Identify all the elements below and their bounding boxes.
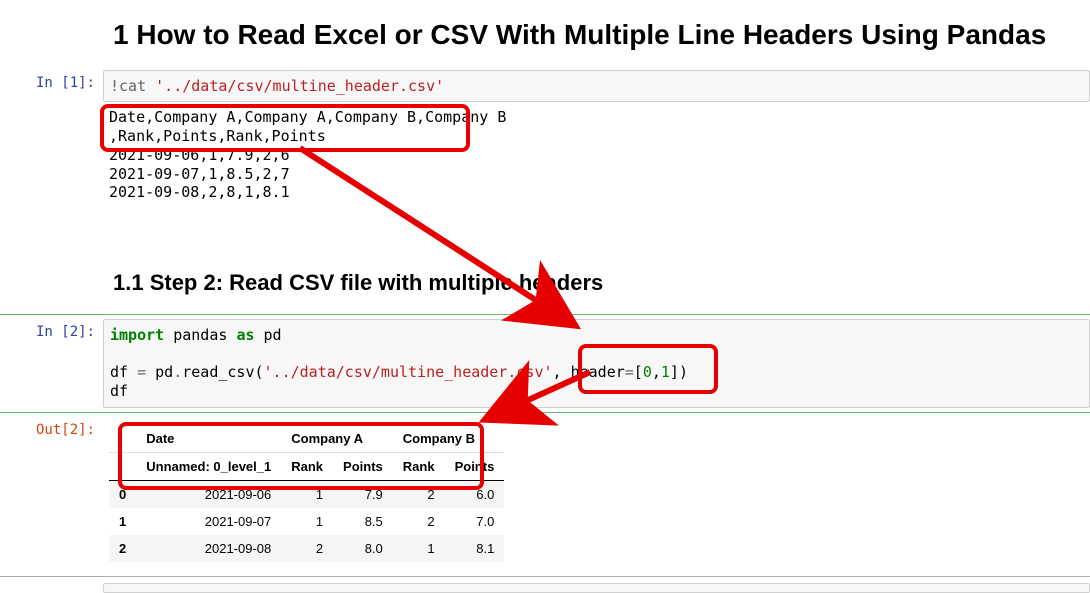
cell: 2021-09-06 (136, 480, 281, 508)
dataframe-table: Date Company A Company B Unnamed: 0_leve… (109, 425, 504, 562)
code-cell-1: In [1]: !cat '../data/csv/multine_header… (0, 70, 1090, 240)
out-line-3: 2021-09-06,1,7.9,2,6 (109, 146, 290, 164)
markdown-cell-1: 1 How to Read Excel or CSV With Multiple… (0, 0, 1090, 70)
output-cell-2: Out[2]: Date Company A Company B Unnamed… (0, 417, 1090, 562)
th: Company B (393, 425, 505, 453)
code-input-1[interactable]: !cat '../data/csv/multine_header.csv' (103, 70, 1090, 103)
code-input-3-partial[interactable] (103, 583, 1090, 593)
out-line-1: Date,Company A,Company A,Company B,Compa… (109, 108, 506, 126)
cell: 2021-09-08 (136, 535, 281, 562)
code-input-2[interactable]: import pandas as pd df = pd.read_csv('..… (103, 319, 1090, 408)
cell: 2021-09-07 (136, 508, 281, 535)
df-var: df (110, 363, 137, 381)
cell: 2 (393, 508, 445, 535)
th: Company A (281, 425, 393, 453)
output-area-2: Date Company A Company B Unnamed: 0_leve… (103, 417, 1090, 562)
cell: 7.9 (333, 480, 393, 508)
markdown-content-1: 1 How to Read Excel or CSV With Multiple… (103, 0, 1090, 70)
th: Points (445, 452, 505, 480)
code-bang: !cat (110, 77, 155, 95)
prompt-empty-2 (0, 240, 103, 250)
pd-ref: pd (146, 363, 173, 381)
input-prompt-1: In [1]: (0, 70, 103, 97)
comma2: , (652, 363, 661, 381)
code-area-1: !cat '../data/csv/multine_header.csv' Da… (103, 70, 1090, 240)
prompt-empty (0, 0, 103, 10)
table-row: 1 2021-09-07 1 8.5 2 7.0 (109, 508, 504, 535)
table-row: 0 2021-09-06 1 7.9 2 6.0 (109, 480, 504, 508)
output-prompt-2: Out[2]: (0, 417, 103, 444)
page: 1 How to Read Excel or CSV With Multiple… (0, 0, 1090, 593)
cell: 8.5 (333, 508, 393, 535)
fn-readcsv: read_csv( (182, 363, 263, 381)
row-index: 1 (109, 508, 136, 535)
th: Date (136, 425, 281, 453)
code-cell-3-partial (0, 577, 1090, 593)
op-dot: . (173, 363, 182, 381)
row-index: 2 (109, 535, 136, 562)
selected-cell-border: In [2]: import pandas as pd df = pd.read… (0, 314, 1090, 413)
table-header-row-sub: Unnamed: 0_level_1 Rank Points Rank Poin… (109, 452, 504, 480)
th: Unnamed: 0_level_1 (136, 452, 281, 480)
code-area-2: import pandas as pd df = pd.read_csv('..… (103, 319, 1090, 408)
markdown-cell-2: 1.1 Step 2: Read CSV file with multiple … (0, 240, 1090, 314)
br-open: [ (634, 363, 643, 381)
cell: 8.1 (445, 535, 505, 562)
markdown-content-2: 1.1 Step 2: Read CSV file with multiple … (103, 240, 1090, 314)
cell: 1 (281, 508, 333, 535)
num-1: 1 (661, 363, 670, 381)
cell: 2 (393, 480, 445, 508)
th (109, 452, 136, 480)
out-line-2: ,Rank,Points,Rank,Points (109, 127, 326, 145)
th (109, 425, 136, 453)
table-row: 2 2021-09-08 2 8.0 1 8.1 (109, 535, 504, 562)
cell: 8.0 (333, 535, 393, 562)
page-title: 1 How to Read Excel or CSV With Multiple… (113, 18, 1080, 52)
cell: 6.0 (445, 480, 505, 508)
row-index: 0 (109, 480, 136, 508)
op-eq2: = (625, 363, 634, 381)
comma: , (553, 363, 571, 381)
section-title: 1.1 Step 2: Read CSV file with multiple … (113, 270, 1080, 296)
th: Points (333, 452, 393, 480)
code-area-3 (103, 583, 1090, 593)
stdout-1: Date,Company A,Company A,Company B,Compa… (103, 102, 1090, 239)
alias-pd: pd (255, 326, 282, 344)
mod-pandas: pandas (164, 326, 236, 344)
cell: 1 (281, 480, 333, 508)
kw-header: header (571, 363, 625, 381)
cell: 1 (393, 535, 445, 562)
cell: 7.0 (445, 508, 505, 535)
code-path: '../data/csv/multine_header.csv' (155, 77, 444, 95)
out-line-4: 2021-09-07,1,8.5,2,7 (109, 165, 290, 183)
code-cell-2: In [2]: import pandas as pd df = pd.read… (0, 315, 1090, 412)
cell: 2 (281, 535, 333, 562)
th: Rank (281, 452, 333, 480)
th: Rank (393, 452, 445, 480)
path-str: '../data/csv/multine_header.csv' (264, 363, 553, 381)
table-header-row-top: Date Company A Company B (109, 425, 504, 453)
kw-import: import (110, 326, 164, 344)
input-prompt-2: In [2]: (0, 319, 103, 346)
num-0: 0 (643, 363, 652, 381)
prompt-empty-3 (0, 583, 103, 593)
br-close: ]) (670, 363, 688, 381)
kw-as: as (236, 326, 254, 344)
out-line-5: 2021-09-08,2,8,1,8.1 (109, 183, 290, 201)
op-eq: = (137, 363, 146, 381)
df-expr: df (110, 382, 128, 400)
